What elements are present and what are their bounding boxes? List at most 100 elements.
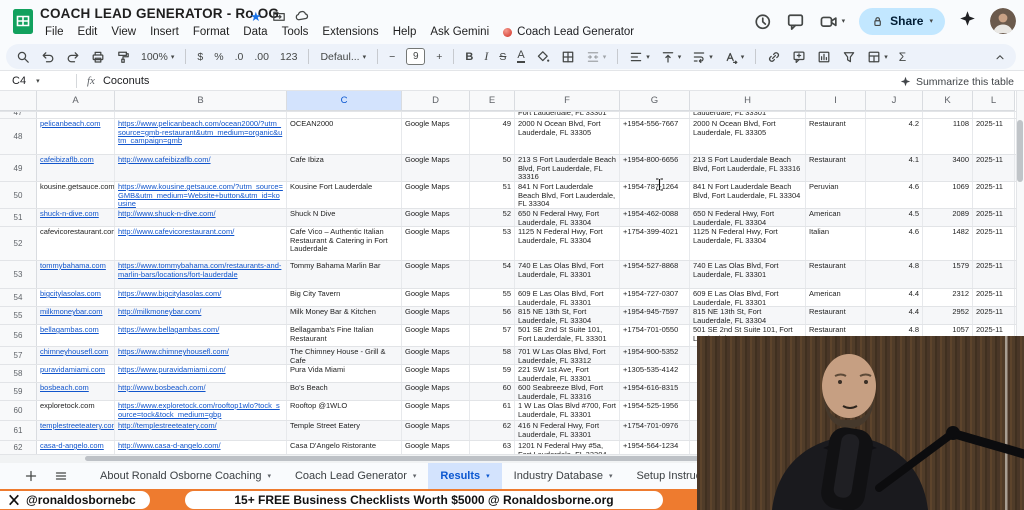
menu-view[interactable]: View [104,26,143,38]
cell-G61[interactable]: +1754-701-0976 [620,421,690,440]
cell-A53[interactable]: tommybahama.com [37,261,115,288]
text-rotation-button[interactable]: ▾ [724,50,744,64]
cell-E50[interactable]: 51 [470,182,515,208]
row-header-50[interactable]: 50 [0,182,37,208]
cell-E56[interactable]: 57 [470,325,515,346]
cell-J53[interactable]: 4.8 [866,261,923,288]
cell-C60[interactable]: Rooftop @1WLO [287,401,402,420]
redo-icon[interactable] [66,50,80,64]
row-header-59[interactable]: 59 [0,383,37,400]
chevron-down-icon[interactable]: ▾ [929,17,933,25]
cell-H49[interactable]: 213 S Fort Lauderdale Beach Blvd, Fort L… [690,155,806,181]
cell-F61[interactable]: 416 N Federal Hwy, Fort Lauderdale, FL 3… [515,421,620,440]
cell-D59[interactable]: Google Maps [402,383,470,400]
cell-A50[interactable]: kousine.getsauce.com [37,182,115,208]
bold-button[interactable]: B [465,51,473,63]
cell-L52[interactable]: 2025-11 [973,227,1015,260]
star-favorite-icon[interactable]: ★ [250,9,262,25]
cell-E52[interactable]: 53 [470,227,515,260]
cell-L53[interactable]: 2025-11 [973,261,1015,288]
cell-E58[interactable]: 59 [470,365,515,382]
column-header-G[interactable]: G [620,91,690,111]
account-avatar[interactable] [990,8,1016,34]
row-header-55[interactable]: 55 [0,307,37,324]
cell-K50[interactable]: 1069 [923,182,973,208]
chevron-down-icon[interactable]: ▾ [267,472,271,480]
cell-E54[interactable]: 55 [470,289,515,306]
cell-C57[interactable]: The Chimney House - Grill & Cafe [287,347,402,364]
cell-B51[interactable]: http://www.shuck-n-dive.com/ [115,209,287,226]
row-header-62[interactable]: 62 [0,441,37,454]
cell-C47[interactable] [287,112,402,118]
text-wrap-button[interactable]: ▾ [692,50,713,64]
font-select[interactable]: Defaul... ▾ [320,51,366,63]
cell-D47[interactable] [402,112,470,118]
cell-J48[interactable]: 4.2 [866,119,923,154]
insert-chart-icon[interactable] [817,50,831,64]
cell-C52[interactable]: Cafe Vico – Authentic Italian Restaurant… [287,227,402,260]
cell-D60[interactable]: Google Maps [402,401,470,420]
row-header-53[interactable]: 53 [0,261,37,288]
cell-A58[interactable]: puravidamiami.com [37,365,115,382]
cell-E57[interactable]: 58 [470,347,515,364]
cell-J50[interactable]: 4.6 [866,182,923,208]
menu-insert[interactable]: Insert [143,26,186,38]
vertical-scrollbar-thumb[interactable] [1017,120,1023,182]
row-header-57[interactable]: 57 [0,347,37,364]
cell-D51[interactable]: Google Maps [402,209,470,226]
strikethrough-button[interactable]: S [499,51,506,63]
cell-B60[interactable]: https://www.exploretock.com/rooftop1wlo?… [115,401,287,420]
cell-G59[interactable]: +1954-616-8315 [620,383,690,400]
share-button[interactable]: Share ▾ [859,7,945,35]
menu-help[interactable]: Help [386,26,424,38]
cell-H48[interactable]: 2000 N Ocean Blvd, Fort Lauderdale, FL 3… [690,119,806,154]
row-header-60[interactable]: 60 [0,401,37,420]
cell-K51[interactable]: 2089 [923,209,973,226]
meet-video-call-button[interactable]: ▾ [819,12,845,31]
cell-C54[interactable]: Big City Tavern [287,289,402,306]
cell-A51[interactable]: shuck-n-dive.com [37,209,115,226]
merge-cells-button[interactable]: ▾ [586,50,606,64]
cell-G51[interactable]: +1954-462-0088 [620,209,690,226]
cell-C58[interactable]: Pura Vida Miami [287,365,402,382]
row-header-61[interactable]: 61 [0,421,37,440]
cell-J55[interactable]: 4.4 [866,307,923,324]
menu-edit[interactable]: Edit [71,26,105,38]
cell-D58[interactable]: Google Maps [402,365,470,382]
cell-G58[interactable]: +1305-535-4142 [620,365,690,382]
cell-F50[interactable]: 841 N Fort Lauderdale Beach Blvd, Fort L… [515,182,620,208]
print-icon[interactable] [91,50,105,64]
cell-C49[interactable]: Cafe Ibiza [287,155,402,181]
cell-A59[interactable]: bosbeach.com [37,383,115,400]
chevron-down-icon[interactable]: ▾ [36,77,40,85]
cell-B50[interactable]: https://www.kousine.getsauce.com/?utm_so… [115,182,287,208]
increase-decimal-button[interactable]: .00 [254,51,269,63]
cell-G56[interactable]: +1754-701-0550 [620,325,690,346]
cell-H50[interactable]: 841 N Fort Lauderdale Beach Blvd, Fort L… [690,182,806,208]
cell-I49[interactable]: Restaurant [806,155,866,181]
cell-C50[interactable]: Kousine Fort Lauderdale [287,182,402,208]
cell-G60[interactable]: +1954-525-1956 [620,401,690,420]
cell-A47[interactable] [37,112,115,118]
select-all-corner[interactable] [0,91,37,111]
cell-L50[interactable]: 2025-11 [973,182,1015,208]
cell-I50[interactable]: Peruvian [806,182,866,208]
collapse-toolbar-icon[interactable] [994,51,1006,63]
cell-G62[interactable]: +1954-564-1234 [620,441,690,454]
cell-D49[interactable]: Google Maps [402,155,470,181]
summarize-table-button[interactable]: Summarize this table [900,71,1014,92]
cell-F60[interactable]: 1 W Las Olas Blvd #700, Fort Lauderdale,… [515,401,620,420]
cell-I53[interactable]: Restaurant [806,261,866,288]
cell-E60[interactable]: 61 [470,401,515,420]
cell-F47[interactable]: Fort Lauderdale, FL 33301 [515,112,620,118]
cell-L49[interactable]: 2025-11 [973,155,1015,181]
cell-G48[interactable]: +1954-556-7667 [620,119,690,154]
cell-D57[interactable]: Google Maps [402,347,470,364]
cell-A49[interactable]: cafeibizaflb.com [37,155,115,181]
column-header-K[interactable]: K [923,91,973,111]
column-header-H[interactable]: H [690,91,806,111]
cell-J52[interactable]: 4.6 [866,227,923,260]
version-history-icon[interactable] [753,12,772,31]
cell-I55[interactable]: Restaurant [806,307,866,324]
cell-B62[interactable]: http://www.casa-d-angelo.com/ [115,441,287,454]
